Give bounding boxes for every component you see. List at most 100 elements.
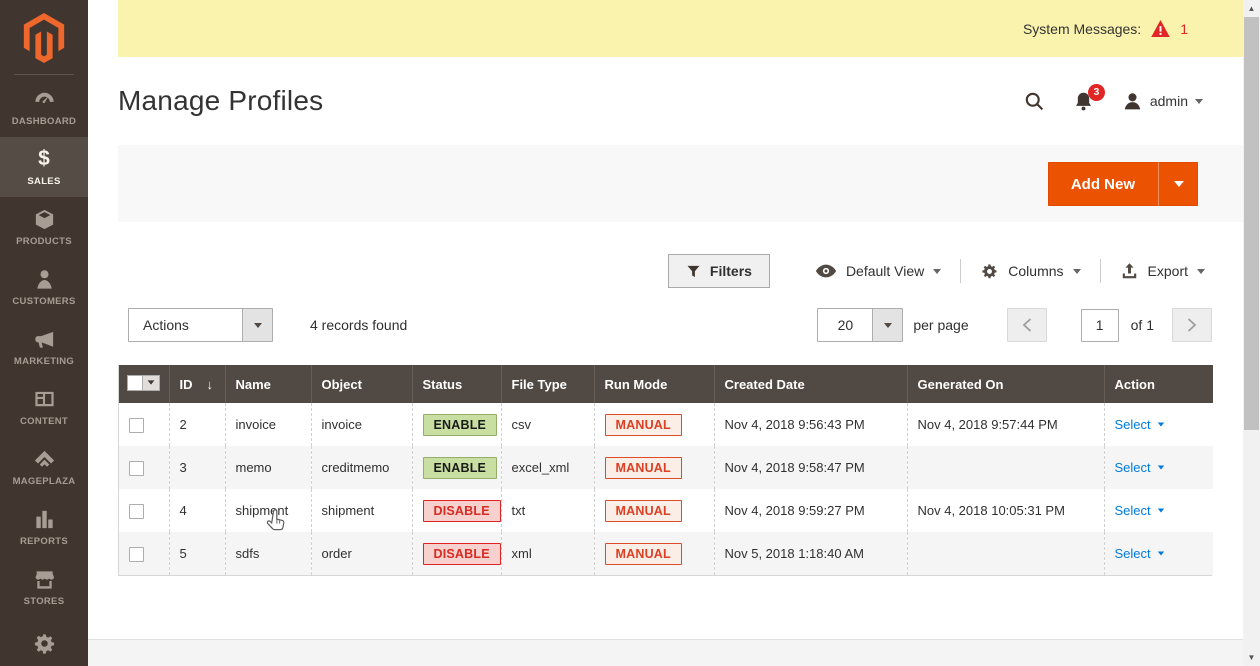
view-selector[interactable]: Default View <box>796 260 960 282</box>
row-checkbox[interactable] <box>129 418 144 433</box>
table-row: 3 memo creditmemo ENABLE excel_xml MANUA… <box>119 446 1213 489</box>
chevron-down-icon <box>1195 99 1203 104</box>
row-checkbox[interactable] <box>129 547 144 562</box>
column-header-generated-on[interactable]: Generated On <box>907 365 1104 403</box>
sidebar-nav: DASHBOARD $ SALES PRODUCTS CUSTOMERS MAR… <box>0 77 88 666</box>
sidebar-item-reports[interactable]: REPORTS <box>0 497 88 557</box>
select-label: Select <box>1115 417 1151 432</box>
previous-page-button[interactable] <box>1007 308 1047 342</box>
sidebar-item-content[interactable]: CONTENT <box>0 377 88 437</box>
cell-created-date: Nov 4, 2018 9:59:27 PM <box>714 489 907 532</box>
select-label: Select <box>1115 546 1151 561</box>
warning-icon <box>1151 20 1170 37</box>
columns-control[interactable]: Columns <box>961 262 1099 281</box>
main-content: System Messages: 1 Manage Profiles 3 <box>88 0 1243 666</box>
notifications-bell-icon[interactable]: 3 <box>1073 91 1094 112</box>
actions-dropdown[interactable]: Actions <box>128 308 273 342</box>
column-header-run-mode[interactable]: Run Mode <box>594 365 714 403</box>
select-label: Select <box>1115 460 1151 475</box>
row-action-select[interactable]: Select <box>1115 417 1165 432</box>
chevron-down-icon <box>1157 509 1163 513</box>
sidebar-item-stores[interactable]: STORES <box>0 557 88 617</box>
admin-menu[interactable]: admin <box>1122 91 1203 112</box>
admin-username: admin <box>1150 93 1188 109</box>
add-new-dropdown-toggle[interactable] <box>1158 162 1198 206</box>
row-action-select[interactable]: Select <box>1115 503 1165 518</box>
sidebar-item-products[interactable]: PRODUCTS <box>0 197 88 257</box>
column-header-id[interactable]: ID ↓ <box>169 365 225 403</box>
total-pages-label: of 1 <box>1131 317 1154 333</box>
run-mode-badge: MANUAL <box>605 500 682 522</box>
scrollbar-thumb[interactable] <box>1244 17 1259 430</box>
cell-object: invoice <box>311 403 412 446</box>
next-page-button[interactable] <box>1172 308 1212 342</box>
vertical-scrollbar[interactable]: ▲ ▼ <box>1243 0 1260 666</box>
select-all-checkbox[interactable] <box>127 375 143 391</box>
filters-label: Filters <box>710 263 752 279</box>
cell-generated-on <box>907 532 1104 575</box>
sidebar-item-system[interactable] <box>0 617 88 666</box>
per-page-label: per page <box>913 317 968 333</box>
sidebar-item-marketing[interactable]: MARKETING <box>0 317 88 377</box>
row-action-select[interactable]: Select <box>1115 546 1165 561</box>
data-grid: ID ↓ Name Object Status File Type Run Mo… <box>118 365 1212 576</box>
cell-name: invoice <box>225 403 311 446</box>
chevron-down-icon <box>1073 269 1081 274</box>
column-header-file-type[interactable]: File Type <box>501 365 594 403</box>
sidebar: DASHBOARD $ SALES PRODUCTS CUSTOMERS MAR… <box>0 0 88 666</box>
magento-logo[interactable] <box>0 0 88 75</box>
chevron-left-icon <box>1022 318 1032 332</box>
eye-icon <box>815 260 837 282</box>
cell-name: shipment <box>225 489 311 532</box>
notifications-count-badge: 3 <box>1088 84 1105 101</box>
chevron-down-icon <box>872 309 902 341</box>
add-new-button[interactable]: Add New <box>1048 162 1198 206</box>
sidebar-item-mageplaza[interactable]: MAGEPLAZA <box>0 437 88 497</box>
cell-generated-on <box>907 446 1104 489</box>
sidebar-item-customers[interactable]: CUSTOMERS <box>0 257 88 317</box>
row-checkbox[interactable] <box>129 504 144 519</box>
select-label: Select <box>1115 503 1151 518</box>
row-checkbox[interactable] <box>129 461 144 476</box>
cell-id: 4 <box>169 489 225 532</box>
status-badge: ENABLE <box>423 414 498 436</box>
page-title: Manage Profiles <box>118 85 323 117</box>
page-number-input[interactable] <box>1081 309 1119 342</box>
actions-dropdown-value: Actions <box>129 309 242 341</box>
scroll-down-icon[interactable]: ▼ <box>1243 649 1260 666</box>
user-icon <box>1122 91 1143 112</box>
stores-icon <box>33 567 56 591</box>
cell-file-type: txt <box>501 489 594 532</box>
scroll-up-icon[interactable]: ▲ <box>1243 0 1260 17</box>
filters-button[interactable]: Filters <box>668 254 770 288</box>
system-messages-bar[interactable]: System Messages: 1 <box>118 0 1243 57</box>
magento-logo-icon <box>22 13 66 63</box>
system-messages-label: System Messages: <box>1023 21 1141 37</box>
chevron-down-icon <box>1157 552 1163 556</box>
per-page-dropdown[interactable]: 20 <box>817 308 903 342</box>
run-mode-badge: MANUAL <box>605 414 682 436</box>
select-all-control[interactable] <box>127 375 160 391</box>
cell-created-date: Nov 4, 2018 9:58:47 PM <box>714 446 907 489</box>
export-control[interactable]: Export <box>1101 262 1212 281</box>
cell-file-type: excel_xml <box>501 446 594 489</box>
columns-label: Columns <box>1008 263 1063 279</box>
customers-icon <box>33 267 56 291</box>
column-header-status[interactable]: Status <box>412 365 501 403</box>
dashboard-icon <box>33 87 56 111</box>
sidebar-item-dashboard[interactable]: DASHBOARD <box>0 77 88 137</box>
select-all-dropdown[interactable] <box>143 375 160 391</box>
column-header-created-date[interactable]: Created Date <box>714 365 907 403</box>
sidebar-item-sales[interactable]: $ SALES <box>0 137 88 197</box>
cell-name: memo <box>225 446 311 489</box>
view-selector-label: Default View <box>846 263 924 279</box>
sales-icon: $ <box>38 147 50 171</box>
search-icon[interactable] <box>1024 91 1045 112</box>
cell-file-type: xml <box>501 532 594 575</box>
column-header-action[interactable]: Action <box>1104 365 1213 403</box>
row-action-select[interactable]: Select <box>1115 460 1165 475</box>
filter-funnel-icon <box>686 264 701 279</box>
column-header-name[interactable]: Name <box>225 365 311 403</box>
marketing-icon <box>33 327 56 351</box>
column-header-object[interactable]: Object <box>311 365 412 403</box>
